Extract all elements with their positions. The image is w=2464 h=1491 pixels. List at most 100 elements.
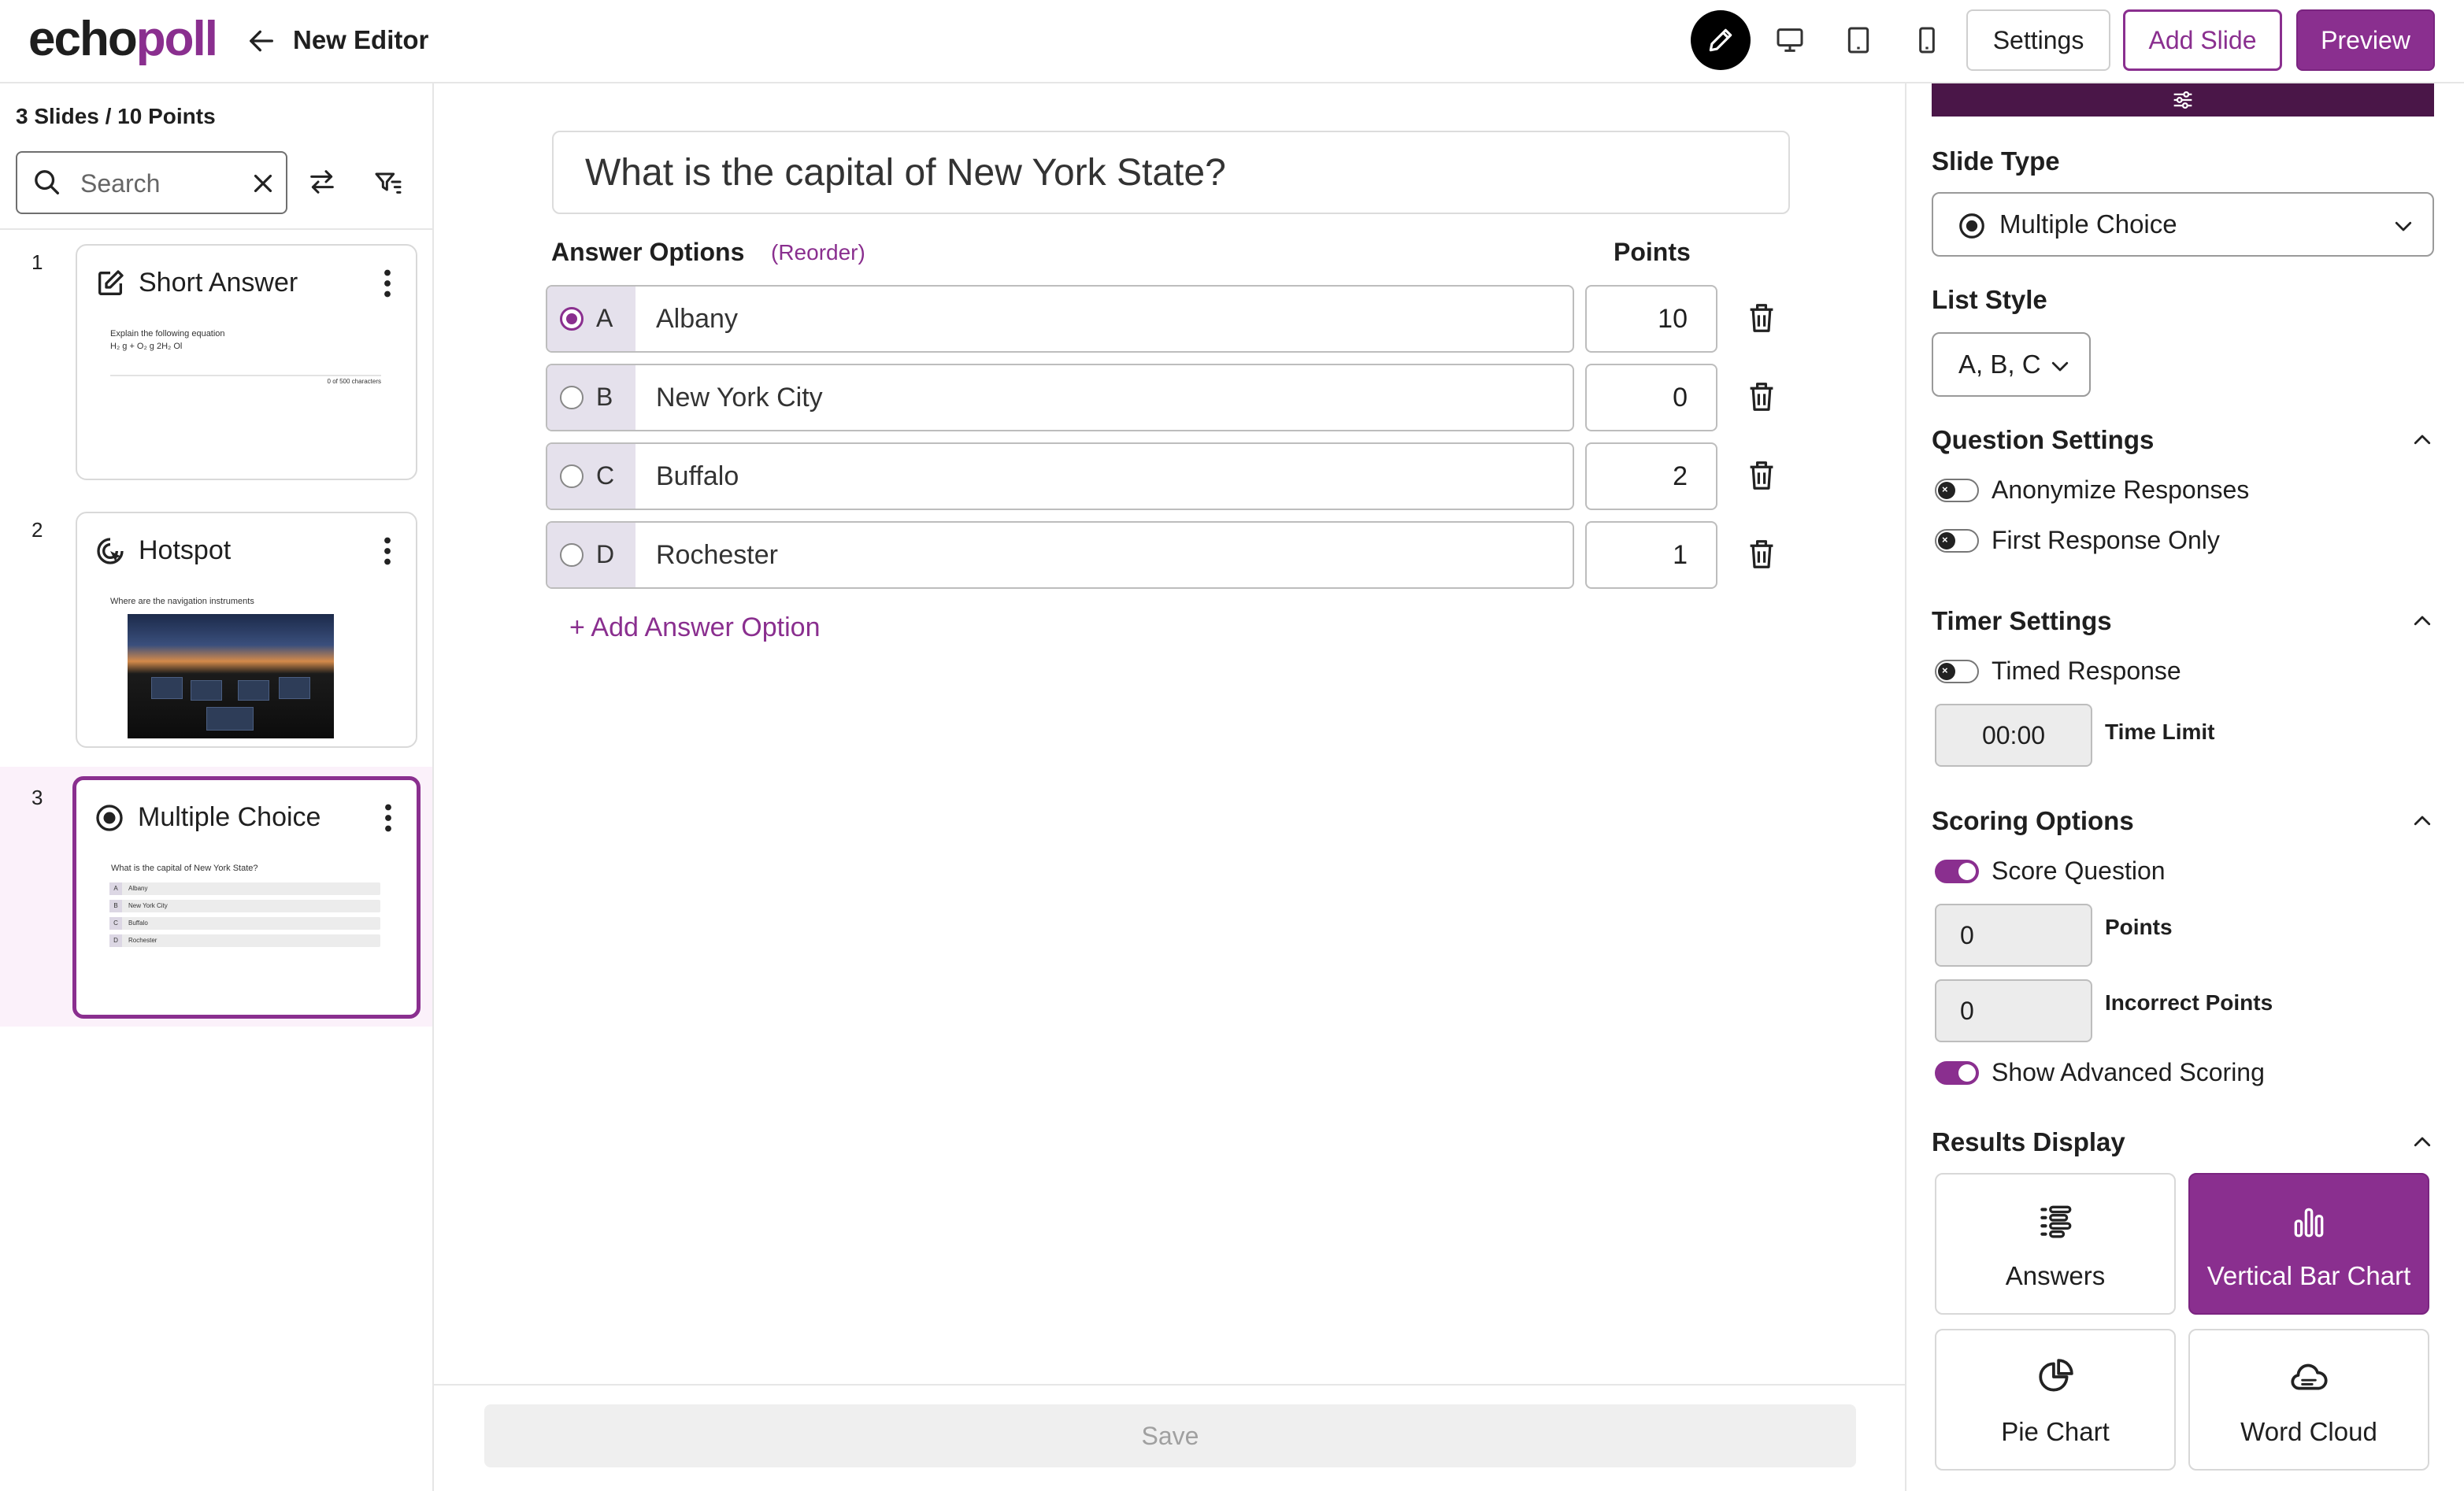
results-answers-tile[interactable]: Answers: [1935, 1173, 2176, 1315]
edit-note-icon: [98, 270, 124, 295]
points-input-label: Points: [2105, 915, 2173, 939]
anonymize-label: Anonymize Responses: [1992, 475, 2250, 504]
more-vertical-icon[interactable]: [383, 269, 392, 298]
preview-button[interactable]: Preview: [2296, 9, 2435, 71]
anonymize-toggle[interactable]: ×: [1935, 479, 1979, 502]
pencil-icon: [1709, 28, 1732, 52]
echopoll-logo[interactable]: echopoll: [28, 11, 218, 67]
preview-question: What is the capital of New York State?: [111, 864, 258, 873]
slide-type-select[interactable]: Multiple Choice: [1932, 192, 2434, 257]
option-text[interactable]: Rochester: [656, 540, 778, 571]
preview-equation: H₂ g + O₂ g 2H₂ Ol: [110, 342, 183, 351]
back-arrow-icon[interactable]: [246, 25, 277, 57]
add-slide-button[interactable]: Add Slide: [2123, 9, 2282, 71]
answer-option-a[interactable]: A Albany: [546, 285, 1574, 353]
editor-title: New Editor: [293, 25, 429, 54]
slide-title: Hotspot: [139, 535, 232, 565]
chevron-down-icon: [2051, 361, 2069, 372]
slide-card[interactable]: Multiple Choice What is the capital of N…: [72, 776, 421, 1019]
tablet-view-icon[interactable]: [1840, 22, 1877, 58]
list-style-select[interactable]: A, B, C: [1932, 332, 2091, 397]
chevron-up-icon: [2414, 616, 2431, 626]
correct-answer-radio[interactable]: [560, 543, 584, 567]
slide-number: 2: [31, 518, 43, 542]
option-letter-cell: D: [547, 523, 635, 587]
option-letter: A: [596, 304, 613, 332]
option-text[interactable]: New York City: [656, 383, 823, 413]
answer-option-d[interactable]: D Rochester: [546, 521, 1574, 589]
results-pie-chart-tile[interactable]: Pie Chart: [1935, 1329, 2176, 1471]
trash-icon[interactable]: [1747, 302, 1776, 334]
option-letter-cell: A: [547, 287, 635, 351]
option-points-input[interactable]: 2: [1585, 442, 1717, 510]
trash-icon[interactable]: [1747, 381, 1776, 413]
points-column-label: Points: [1614, 238, 1691, 266]
tile-label: Vertical Bar Chart: [2206, 1261, 2411, 1290]
advanced-scoring-toggle[interactable]: [1935, 1061, 1979, 1085]
reorder-link[interactable]: (Reorder): [771, 240, 865, 265]
points-input[interactable]: 0: [1935, 904, 2092, 967]
timed-response-toggle[interactable]: ×: [1935, 660, 1979, 683]
hotspot-icon: [97, 538, 124, 564]
preview-char-counter: 0 of 500 characters: [327, 378, 381, 385]
preview-option: A Albany: [109, 882, 380, 895]
settings-button[interactable]: Settings: [1966, 9, 2110, 71]
score-question-toggle[interactable]: [1935, 860, 1979, 883]
more-vertical-icon[interactable]: [383, 804, 393, 832]
add-answer-option-button[interactable]: + Add Answer Option: [569, 612, 820, 643]
chevron-up-icon: [2414, 435, 2431, 445]
more-vertical-icon[interactable]: [383, 537, 392, 565]
slide-number: 1: [31, 250, 43, 274]
mobile-view-icon[interactable]: [1909, 22, 1945, 58]
results-vertical-bar-chart-tile[interactable]: Vertical Bar Chart: [2188, 1173, 2429, 1315]
timer-settings-header[interactable]: Timer Settings: [1932, 606, 2434, 636]
option-text[interactable]: Buffalo: [656, 461, 739, 492]
save-button[interactable]: Save: [484, 1404, 1856, 1467]
search-box[interactable]: [16, 151, 287, 214]
incorrect-points-label: Incorrect Points: [2105, 990, 2273, 1015]
score-question-label: Score Question: [1992, 856, 2166, 885]
results-display-header[interactable]: Results Display: [1932, 1127, 2434, 1157]
scoring-options-header[interactable]: Scoring Options: [1932, 806, 2434, 836]
slide-item-3[interactable]: 3 Multiple Choice What is the capital of…: [0, 767, 432, 1027]
slide-item-1[interactable]: 1 Short Answer Explain the following equ…: [0, 231, 432, 491]
option-text[interactable]: Albany: [656, 304, 738, 335]
option-points-input[interactable]: 0: [1585, 364, 1717, 431]
slide-card[interactable]: Hotspot Where are the navigation instrum…: [76, 512, 417, 748]
bar-chart-icon: [2294, 1208, 2324, 1238]
panel-settings-bar[interactable]: [1932, 83, 2434, 117]
answer-option-c[interactable]: C Buffalo: [546, 442, 1574, 510]
filter-icon[interactable]: [369, 162, 408, 202]
trash-icon[interactable]: [1747, 538, 1776, 570]
trash-icon[interactable]: [1747, 460, 1776, 491]
option-letter-cell: C: [547, 444, 635, 509]
slide-item-2[interactable]: 2 Hotspot Where are the navigation instr…: [0, 499, 432, 759]
footer-divider: [434, 1384, 1905, 1386]
top-header: echopoll New Editor Settings Add Slide P…: [0, 0, 2464, 83]
time-limit-input[interactable]: 00:00: [1935, 704, 2092, 767]
first-response-toggle[interactable]: ×: [1935, 529, 1979, 553]
correct-answer-radio[interactable]: [560, 307, 584, 331]
question-settings-header[interactable]: Question Settings: [1932, 425, 2434, 455]
search-icon: [35, 170, 60, 194]
option-points-input[interactable]: 10: [1585, 285, 1717, 353]
question-input[interactable]: What is the capital of New York State?: [552, 131, 1790, 214]
desktop-view-icon[interactable]: [1772, 22, 1808, 58]
answer-option-b[interactable]: B New York City: [546, 364, 1574, 431]
preview-answer-line: [110, 375, 381, 376]
results-word-cloud-tile[interactable]: Word Cloud: [2188, 1329, 2429, 1471]
correct-answer-radio[interactable]: [560, 386, 584, 409]
preview-question: Where are the navigation instruments: [110, 597, 254, 606]
clear-search-icon[interactable]: [248, 168, 278, 198]
tile-label: Answers: [2005, 1261, 2106, 1290]
correct-answer-radio[interactable]: [560, 464, 584, 488]
list-style-value: A, B, C: [1958, 350, 2041, 379]
advanced-scoring-label: Show Advanced Scoring: [1992, 1058, 2265, 1086]
incorrect-points-input[interactable]: 0: [1935, 979, 2092, 1042]
swap-icon[interactable]: [302, 162, 342, 202]
answer-options-label: Answer Options: [551, 238, 745, 266]
slide-card[interactable]: Short Answer Explain the following equat…: [76, 244, 417, 480]
edit-mode-button[interactable]: [1691, 10, 1751, 70]
option-points-input[interactable]: 1: [1585, 521, 1717, 589]
search-input[interactable]: [80, 164, 238, 203]
